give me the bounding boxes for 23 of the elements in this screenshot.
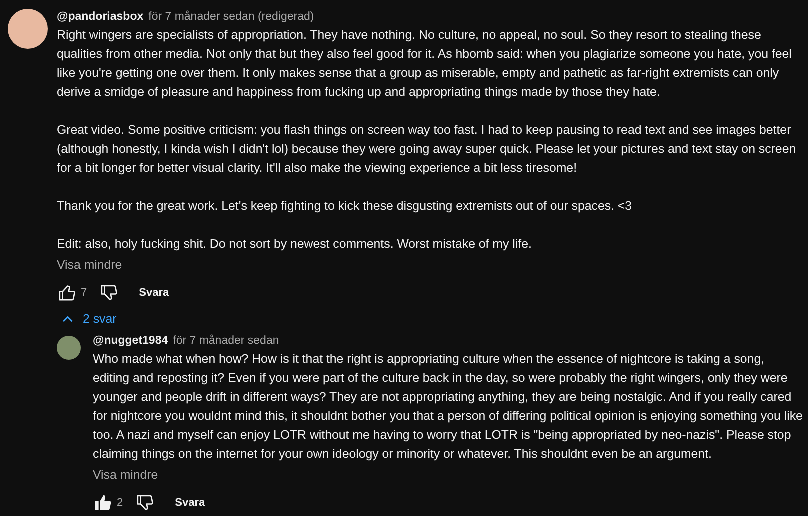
comment-text: Who made what when how? How is it that the right is appropriating culture when the essence of nightcore is taking a song, editing and reposting it? Even if you were part of the culture back in the day, so were probably the right wingers, only they were younger and people drift in different ways? They are not appropriating anything, they are being nostalgic. And if you really cared for nightcore you wouldnt mind this, it shouldnt bother you that a person of differing political opinion is enjoying something you like too. A nazi and myself can enjoy LOTR without me having to worry that LOTR is "being appropriated by neo-nazis". Please stop claiming things on the internet for your own ideology or minority or whatever. This shouldnt even be an argument. [93, 351, 804, 463]
show-less-link[interactable]: Visa mindre [93, 466, 158, 484]
avatar[interactable] [8, 9, 48, 49]
reply-button[interactable]: Svara [139, 287, 170, 299]
reply-button[interactable]: Svara [175, 497, 206, 509]
comment-text: Right wingers are specialists of appropriation. They have nothing. No culture, no appeal, no soul. So they resort to stealing these qualities from other media. Not only that but they also feel good for it. As hbomb said: when you plagiarize someone you hate, you feel like you're getting one over them. It only makes sense that a group as miserable, empty and pathetic as far-right extremists can only derive a smidge of pleasure and happiness from fucking up and appropriating things made by those they hate. [57, 27, 793, 101]
avatar[interactable] [57, 336, 81, 360]
thumbs-up-icon[interactable] [57, 283, 77, 303]
comment-text: Great video. Some positive criticism: you flash things on screen way too fast. I had to keep pausing to read text and see images better (although honestly, I kinda wish I didn't lol) because they were going away super quick. Please let your pictures and text stay on screen for a bit longer for better visual clarity. It'll also make the viewing experience a bit less tiresome! [57, 122, 798, 177]
comment-author[interactable]: @pandoriasbox [57, 11, 144, 23]
like-count: 7 [81, 287, 88, 299]
comment-time[interactable]: för 7 månader sedan (redigerad) [148, 11, 314, 23]
comment-time[interactable]: för 7 månader sedan [173, 335, 280, 347]
liked-thumbs-up-icon[interactable] [93, 493, 113, 513]
replies-count: 2 svar [83, 312, 117, 326]
comment-text: Thank you for the great work. Let's keep fighting to kick these disgusting extremists out of our spaces. <3 [57, 198, 634, 215]
thumbs-down-icon[interactable] [135, 493, 156, 513]
like-count: 2 [117, 497, 124, 509]
show-less-link[interactable]: Visa mindre [57, 256, 122, 274]
comment-text: Edit: also, holy fucking shit. Do not sort by newest comments. Worst mistake of my life. [57, 236, 533, 253]
comment-author[interactable]: @nugget1984 [93, 335, 168, 347]
thumbs-down-icon[interactable] [99, 283, 120, 303]
replies-toggle[interactable]: 2 svar [61, 312, 117, 326]
